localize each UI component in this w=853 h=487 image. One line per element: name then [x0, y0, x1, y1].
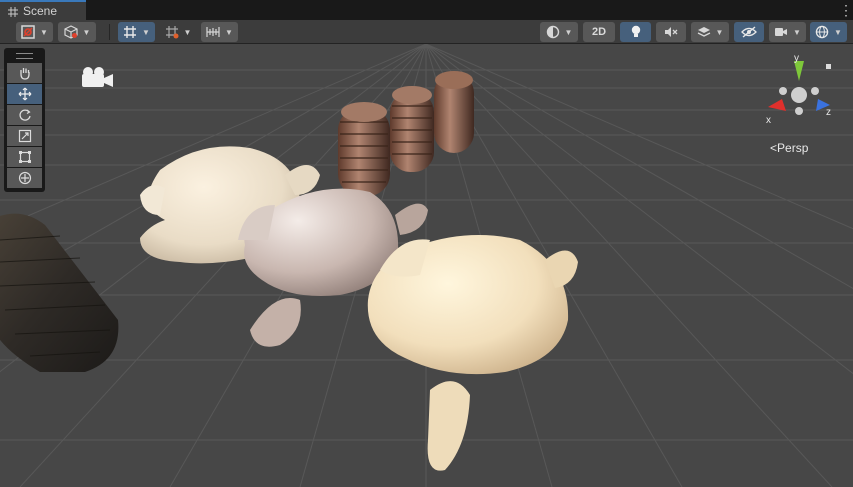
hand-icon [19, 68, 30, 80]
snap-grid-icon [165, 26, 179, 39]
more-options-icon[interactable]: ⋮ [839, 3, 853, 17]
cube-icon [63, 25, 78, 39]
stone-cylinder [0, 213, 119, 372]
scale-icon [18, 129, 31, 143]
projection-label[interactable]: <Persp [770, 141, 808, 155]
brick-pillar-2 [390, 86, 434, 172]
layers-icon [697, 27, 710, 37]
gizmo-globe-icon [815, 25, 829, 39]
chevron-down-icon: ▼ [715, 27, 724, 37]
lightbulb-icon [631, 25, 640, 37]
ruler-dropdown[interactable]: ▼ [201, 22, 238, 42]
audio-toggle[interactable] [656, 22, 686, 42]
move-arrows-icon [18, 87, 31, 101]
scale-tool[interactable] [7, 126, 42, 146]
scene-window: Scene ⋮ ▼ ▼ ▼ ▼ ▼ ▼ 2D ▼ ▼ ▼ x y z <Pers… [0, 0, 853, 487]
chevron-down-icon: ▼ [793, 27, 801, 37]
gizmo-x-label: x [766, 115, 771, 126]
projection-text: Persp [777, 141, 809, 155]
camera-dropdown[interactable]: ▼ [769, 22, 806, 42]
move-tool[interactable] [7, 84, 42, 104]
rotate-icon [18, 109, 31, 121]
rect-tool[interactable] [7, 147, 42, 167]
lighting-dropdown[interactable]: ▼ [540, 22, 578, 42]
transform-icon [18, 171, 31, 185]
shading-dropdown[interactable]: ▼ [58, 22, 96, 42]
scene-lighting-toggle[interactable] [620, 22, 651, 42]
grid-snap-toggle[interactable]: ▼ [118, 22, 155, 42]
grid-icon [124, 26, 137, 38]
chevron-down-icon: ▼ [40, 27, 48, 37]
tools-overlay [4, 48, 45, 192]
toolbar-divider [109, 24, 110, 40]
scene-viewport[interactable]: x y z <Persp [0, 44, 853, 487]
gizmo-y-label: y [794, 55, 799, 64]
tab-bar: Scene ⋮ [0, 0, 853, 20]
y-axis-cone[interactable] [794, 61, 804, 81]
ruler-icon [206, 27, 220, 37]
drag-handle-icon[interactable] [16, 53, 33, 59]
chevron-down-icon: ▼ [225, 27, 233, 37]
brick-pillar-3 [434, 71, 474, 153]
transform-tool[interactable] [7, 168, 42, 188]
scene-visibility-toggle[interactable] [734, 22, 764, 42]
brick-pillar-1 [338, 102, 390, 196]
rect-icon [18, 151, 31, 163]
chevron-down-icon: ▼ [834, 27, 842, 37]
gizmos-dropdown[interactable]: ▼ [810, 22, 847, 42]
chevron-down-icon: ▼ [564, 27, 573, 37]
scene-render [0, 44, 853, 487]
gizmo-z-label: z [826, 107, 831, 118]
chevron-down-icon: ▼ [82, 27, 91, 37]
effects-dropdown[interactable]: ▼ [691, 22, 729, 42]
camera-icon [775, 28, 788, 36]
grid-icon [8, 6, 18, 17]
mode-2d-toggle[interactable]: 2D [583, 22, 615, 42]
sphere-shading-icon [546, 25, 559, 39]
hand-tool[interactable] [7, 63, 42, 83]
increment-snap-dropdown[interactable]: ▼ [160, 22, 196, 42]
orientation-gizmo[interactable]: x y z [760, 53, 840, 135]
tab-label: Scene [23, 4, 58, 18]
render-mode-icon [21, 25, 35, 39]
draw-mode-dropdown[interactable]: ▼ [16, 22, 53, 42]
bunny-model-3 [367, 235, 578, 471]
x-axis-cone[interactable] [768, 99, 786, 111]
scene-toolbar: ▼ ▼ ▼ ▼ ▼ ▼ 2D ▼ ▼ ▼ [0, 20, 853, 44]
persp-chevron-icon: < [770, 141, 778, 155]
audio-mute-icon [665, 27, 678, 37]
tab-scene[interactable]: Scene [0, 0, 86, 20]
chevron-down-icon: ▼ [142, 27, 150, 37]
scene-camera-icon[interactable] [78, 66, 116, 90]
hidden-eye-icon [741, 26, 757, 38]
rotate-tool[interactable] [7, 105, 42, 125]
chevron-down-icon: ▼ [183, 27, 192, 37]
